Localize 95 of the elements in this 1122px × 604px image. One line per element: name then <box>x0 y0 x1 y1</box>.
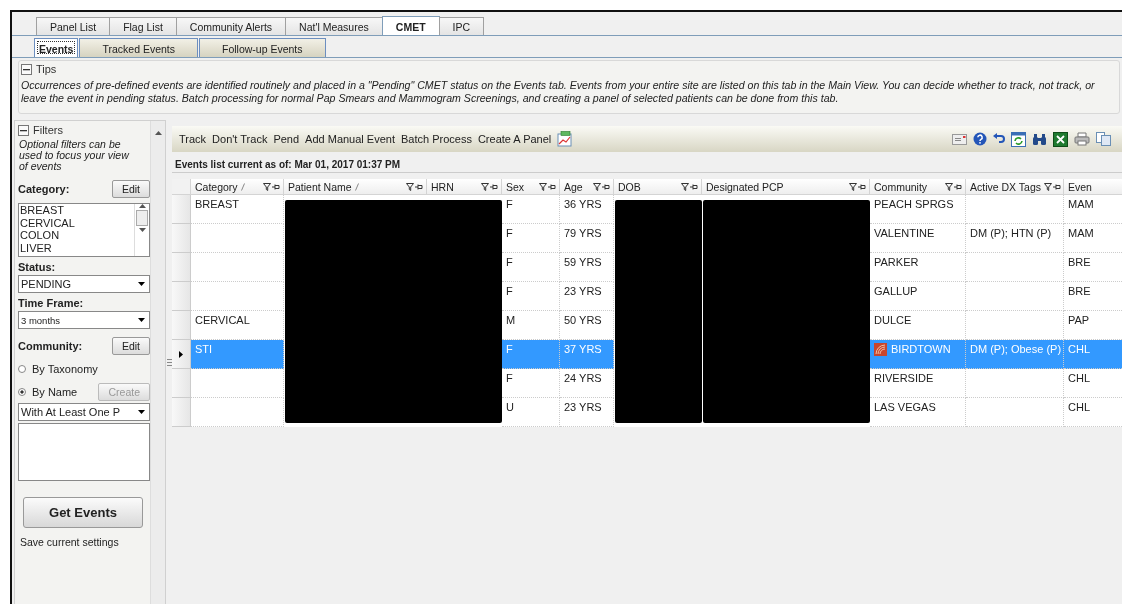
cell-text: LAS VEGAS <box>874 401 936 413</box>
match-dropdown[interactable]: With At Least One P <box>18 403 150 421</box>
section-title: Filters <box>33 124 63 136</box>
edit-button[interactable]: Edit <box>111 337 150 355</box>
column-header[interactable]: Age <box>560 179 614 195</box>
radio-option[interactable]: By Name <box>18 386 78 398</box>
cell-text: CERVICAL <box>195 314 250 326</box>
toolbar-action[interactable]: Batch Process <box>398 133 475 145</box>
cell-text: CHL <box>1068 343 1090 355</box>
edit-button[interactable]: Edit <box>111 180 150 198</box>
main-tab[interactable]: Flag List <box>109 17 177 35</box>
column-title: DOB <box>618 180 641 193</box>
community-label: Community: <box>18 340 83 352</box>
cell-text: 50 YRS <box>564 314 602 326</box>
time-frame-dropdown[interactable]: 3 months <box>18 311 150 329</box>
toolbar-action[interactable]: Track <box>176 133 210 145</box>
list-item[interactable]: COLON <box>20 229 134 242</box>
list-caption: Events list current as of: Mar 01, 2017 01:37 PM <box>172 152 1122 173</box>
cell-text: 37 YRS <box>564 343 602 355</box>
cell-text: 24 YRS <box>564 372 602 384</box>
cell-text: MAM <box>1068 227 1094 239</box>
column-header[interactable]: Category <box>191 179 284 195</box>
list-item[interactable]: CERVICAL <box>20 216 134 229</box>
main-tab[interactable]: Nat'l Measures <box>285 17 383 35</box>
column-header[interactable]: Patient Name <box>284 179 427 195</box>
cell-text: BIRDTOWN <box>891 343 951 355</box>
cell-text: F <box>506 343 513 355</box>
cell-text: PAP <box>1068 314 1090 326</box>
cell-text: GALLUP <box>874 285 918 297</box>
column-header[interactable]: HRN <box>427 179 502 195</box>
sub-tab[interactable]: Events <box>34 38 79 57</box>
column-header[interactable]: Even <box>1064 179 1122 195</box>
list-item[interactable]: LIVER <box>20 241 134 254</box>
time-frame-label: Time Frame: <box>18 297 85 309</box>
toolbar-action[interactable]: Add Manual Event <box>302 133 398 145</box>
toolbar-action[interactable]: Pend <box>270 133 303 145</box>
cell-text: 36 YRS <box>564 198 602 210</box>
cell-text: F <box>506 256 513 268</box>
cell-text: PEACH SPRGS <box>874 198 954 210</box>
column-header[interactable]: Community <box>870 179 966 195</box>
cell-text: 59 YRS <box>564 256 602 268</box>
cell-text: U <box>506 401 514 413</box>
status-dropdown[interactable]: PENDING <box>18 275 150 293</box>
cell-text: M <box>506 314 516 326</box>
main-tab[interactable]: Community Alerts <box>175 17 287 35</box>
cell-text: BRE <box>1068 285 1091 297</box>
sub-tab[interactable]: Tracked Events <box>79 38 198 57</box>
column-title: Active DX Tags <box>970 180 1041 193</box>
cell-text: F <box>506 198 513 210</box>
column-header[interactable]: Designated PCP <box>702 179 870 195</box>
cell-text: DM (P); HTN (P) <box>970 227 1052 239</box>
column-header[interactable]: Sex <box>502 179 560 195</box>
cell-text: 23 YRS <box>564 401 602 413</box>
column-title: Community <box>874 180 928 193</box>
main-tab[interactable]: IPC <box>438 17 485 35</box>
column-title: Sex <box>506 180 525 193</box>
cell-text: 23 YRS <box>564 285 602 297</box>
list-item[interactable]: BREAST <box>20 204 134 217</box>
column-title: Designated PCP <box>706 180 784 193</box>
cell-text: F <box>506 227 513 239</box>
cell-text: CHL <box>1068 401 1090 413</box>
cell-text: BREAST <box>195 198 239 210</box>
tips-text: Occurrences of pre-defined events are identified routinely and placed in a "Pending" CMET status on the Events tab. Events from your entire site are listed on this tab in the Main View. You can decide whether to track, not track, or leave the event in pending status. Batch processing for normal Pap Smears and Mammogram Screenings, and creating a panel of selected patients can be done from this tab. <box>21 79 1096 105</box>
column-title: Age <box>564 180 583 193</box>
cell-text: F <box>506 372 513 384</box>
main-tab[interactable]: CMET <box>381 16 440 35</box>
radio-option[interactable]: By Taxonomy <box>18 363 98 375</box>
cell-text: CHL <box>1068 372 1090 384</box>
status-label: Status: <box>18 261 57 273</box>
main-tab[interactable]: Panel List <box>36 17 111 35</box>
save-settings-link[interactable]: Save current settings <box>18 536 150 548</box>
cell-text: PARKER <box>874 256 919 268</box>
cell-text: BRE <box>1068 256 1091 268</box>
toolbar-action[interactable]: Create A Panel <box>474 133 555 145</box>
get-events-button[interactable]: Get Events <box>23 497 143 528</box>
filters-description: Optional filters can be used to focus your view of events <box>19 139 131 172</box>
category-list[interactable]: BREAST CERVICAL COLON LIVER <box>18 203 150 257</box>
section-title: Tips <box>36 63 57 75</box>
cell-text: DULCE <box>874 314 912 326</box>
column-title: HRN <box>431 180 454 193</box>
column-header[interactable]: Active DX Tags <box>966 179 1064 195</box>
cell-text: RIVERSIDE <box>874 372 934 384</box>
sub-tab[interactable]: Follow-up Events <box>199 38 326 57</box>
toolbar-action[interactable]: Don't Track <box>209 133 271 145</box>
category-label: Category: <box>18 183 70 195</box>
cell-text: MAM <box>1068 198 1094 210</box>
column-title: Category <box>195 180 238 193</box>
cell-text: VALENTINE <box>874 227 935 239</box>
cell-text: F <box>506 285 513 297</box>
cell-text: DM (P); Obese (P) <box>970 343 1062 355</box>
column-title: Patient Name <box>288 180 352 193</box>
cell-text: 79 YRS <box>564 227 602 239</box>
cell-text: STI <box>195 343 213 355</box>
column-header[interactable]: DOB <box>614 179 702 195</box>
column-title: Even <box>1068 180 1092 193</box>
